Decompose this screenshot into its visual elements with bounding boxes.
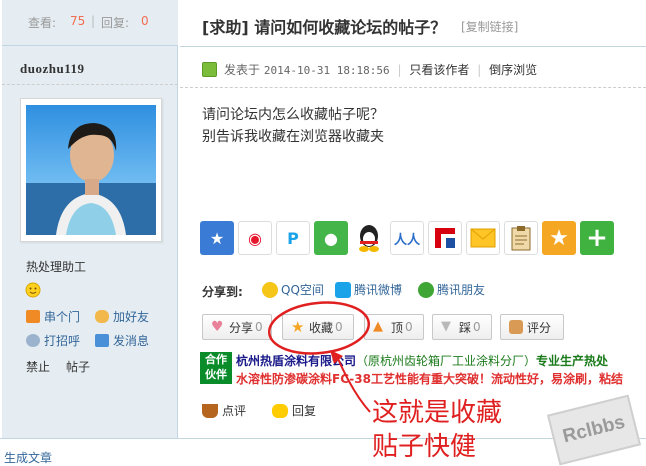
replies-count: 0 (141, 14, 149, 28)
share-qq-weibo-link[interactable]: 腾讯微博 (335, 281, 402, 298)
post-title: [求助] 请问如何收藏论坛的帖子？ (202, 18, 447, 37)
qq-weibo-icon[interactable]: P (276, 221, 310, 255)
copy-link-button[interactable]: [复制链接] (461, 18, 518, 35)
qq-icon[interactable] (352, 221, 386, 255)
greet-link[interactable]: 打招呼 (26, 332, 80, 349)
share-qq-friends-link[interactable]: 腾讯朋友 (418, 281, 485, 298)
message-link[interactable]: 发消息 (95, 332, 149, 349)
post-line: 别告诉我收藏在浏览器收藏夹 (202, 129, 384, 145)
annotation-text: 这就是收藏 贴子快健 (372, 398, 503, 462)
divider (0, 438, 646, 439)
avatar-image (26, 105, 156, 235)
mail-icon (95, 334, 109, 347)
ad-text: 水溶性防渗碳涂料FC-38工艺性能有重大突破！流动性好，易涂刷，粘结 (236, 372, 623, 386)
thumbs-up-icon (509, 320, 523, 334)
meta-divider: | (397, 63, 402, 77)
divider (180, 46, 646, 47)
post-line: 请问论坛内怎么收藏帖子呢？ (202, 107, 384, 123)
posted-label: 发表于 (224, 63, 261, 77)
share-to-label: 分享到: (202, 285, 243, 299)
partner-ad[interactable]: 合作 伙伴 杭州热盾涂料有限公司（原杭州齿轮箱厂工业涂料分厂）专业生产热处 水溶… (200, 352, 646, 386)
divider (2, 84, 178, 85)
renren-icon[interactable]: 人人 (390, 221, 424, 255)
share-icon-row: ★ ◉ P ● 人人 ★ + (200, 221, 614, 257)
more-icon[interactable]: + (580, 221, 614, 255)
home-icon (26, 310, 40, 323)
coffee-icon (202, 404, 218, 418)
rate-button[interactable]: 评分 (500, 314, 564, 340)
heart-icon: ♥ (211, 319, 224, 335)
smiley-icon (25, 282, 41, 298)
upvote-button[interactable]: ▲ 顶0 (364, 314, 424, 340)
favorite-button[interactable]: ★ 收藏 0 (282, 314, 354, 340)
avatar[interactable] (20, 98, 162, 242)
divider (180, 87, 646, 88)
post-meta: 发表于 2014-10-31 18:18:56 | 只看该作者 | 倒序浏览 (224, 61, 537, 78)
watermark: Rclbbs (546, 394, 642, 466)
share-qzone-link[interactable]: QQ空间 (262, 281, 324, 298)
weibo-icon[interactable]: ◉ (238, 221, 272, 255)
ban-link[interactable]: 禁止 (26, 358, 50, 375)
ad-headline: 杭州热盾涂料有限公司（原杭州齿轮箱厂工业涂料分厂）专业生产热处 (236, 354, 609, 368)
posted-time: 2014-10-31 18:18:56 (263, 64, 390, 77)
handshake-icon (95, 310, 109, 323)
forum-post-page: 查看: 75 | 回复: 0 duozhu119 热处理助工 串个门 加好友 打… (0, 0, 646, 466)
speech-bubble-icon (272, 404, 288, 418)
generate-article-link[interactable]: 生成文章 (4, 449, 52, 466)
email-icon[interactable] (466, 221, 500, 255)
kaixin-icon[interactable] (428, 221, 462, 255)
star-icon: ★ (291, 318, 305, 336)
stats-divider: | (91, 14, 96, 28)
views-label: 查看: (28, 16, 57, 30)
wechat-icon[interactable]: ● (314, 221, 348, 255)
meta-divider: | (477, 63, 482, 77)
author-name[interactable]: duozhu119 (20, 61, 84, 77)
arrow-up-icon: ▲ (373, 319, 383, 334)
clover-icon (418, 282, 434, 298)
reverse-order-link[interactable]: 倒序浏览 (489, 63, 537, 77)
reply-link[interactable]: 回复 (272, 402, 316, 419)
clipboard-icon[interactable] (504, 221, 538, 255)
greet-icon (26, 334, 40, 347)
qzone-small-icon (262, 282, 278, 298)
posts-link[interactable]: 帖子 (66, 358, 90, 375)
replies-label: 回复: (101, 16, 130, 30)
visit-link[interactable]: 串个门 (26, 308, 80, 325)
online-user-icon (202, 62, 217, 77)
arrow-down-icon: ▼ (441, 319, 451, 334)
partner-logo: 合作 伙伴 (200, 352, 232, 384)
favorite-icon[interactable]: ★ (542, 221, 576, 255)
add-friend-link[interactable]: 加好友 (95, 308, 149, 325)
share-button[interactable]: ♥ 分享 0 (202, 314, 272, 340)
views-count: 75 (70, 14, 86, 28)
post-content: 请问论坛内怎么收藏帖子呢？ 别告诉我收藏在浏览器收藏夹 (202, 104, 384, 148)
post-stats: 查看: 75 | 回复: 0 (2, 0, 178, 46)
user-group: 热处理助工 (26, 260, 87, 274)
author-only-link[interactable]: 只看该作者 (409, 63, 469, 77)
qq-weibo-small-icon (335, 282, 351, 298)
qzone-icon[interactable]: ★ (200, 221, 234, 255)
downvote-button[interactable]: ▼ 踩0 (432, 314, 492, 340)
comment-link[interactable]: 点评 (202, 402, 246, 419)
